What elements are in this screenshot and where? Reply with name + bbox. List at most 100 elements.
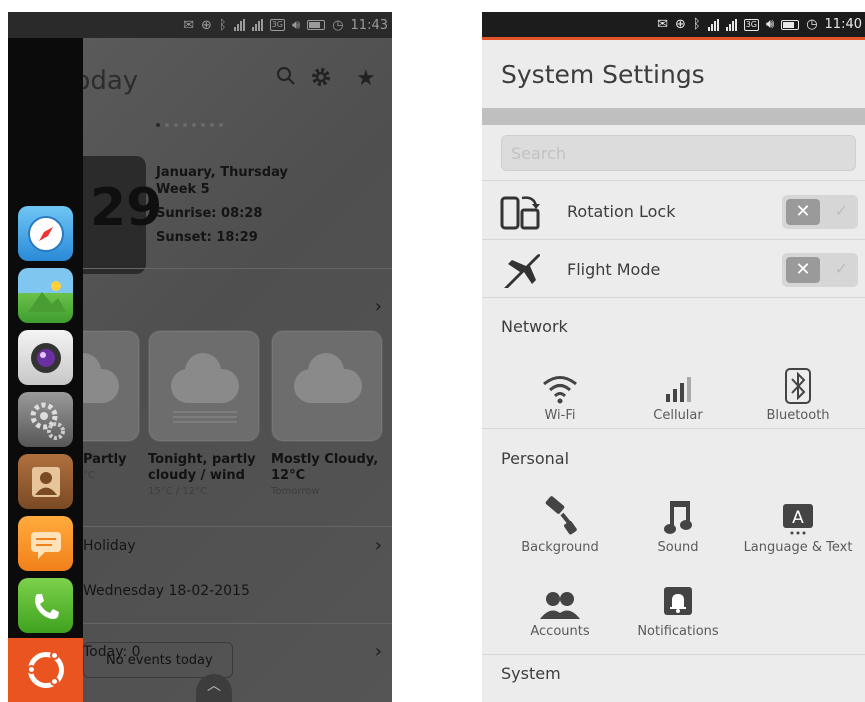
volume-icon: 🔊︎ (291, 17, 301, 33)
bluetooth-icon (736, 362, 860, 404)
no-events-box: No events today (83, 642, 233, 678)
status-bar[interactable]: ✉ ⊕ ᛒ 3G 🔊︎ ◷ 11:43 (8, 12, 392, 38)
wifi-icon (498, 362, 622, 404)
battery-icon (307, 20, 326, 30)
signal-icon (707, 18, 719, 31)
bluetooth-icon: ᛒ (692, 17, 701, 32)
camera-app-icon[interactable] (18, 330, 73, 385)
week-line: Week 5 (156, 182, 210, 197)
divider (482, 428, 865, 429)
favorite-star-icon[interactable]: ★ (356, 66, 376, 91)
search-icon[interactable] (276, 66, 296, 92)
chevron-right-icon[interactable]: › (375, 296, 382, 317)
network-3g-icon: 3G (743, 18, 759, 31)
date-line: January, Thursday (156, 165, 288, 180)
wifi-label: Wi-Fi (544, 408, 576, 423)
phone-handset-icon (18, 578, 73, 633)
flight-mode-switch[interactable]: ✕ ✓ (782, 253, 858, 287)
divider (83, 526, 392, 527)
notifications-tile[interactable]: Notifications (616, 578, 740, 639)
launcher (8, 38, 83, 702)
page-title: System Settings (501, 60, 705, 89)
divider (482, 654, 865, 655)
divider (83, 268, 392, 269)
rotation-lock-icon (500, 190, 544, 234)
notification-bell-icon (616, 578, 740, 620)
chevron-up-icon[interactable]: ︿ (196, 674, 232, 702)
music-note-icon (616, 494, 740, 536)
forecast-title: cloudy / wind (148, 468, 245, 483)
browser-app-icon[interactable] (18, 206, 73, 261)
cellular-label: Cellular (653, 408, 703, 423)
flight-mode-label: Flight Mode (567, 260, 661, 279)
language-text-tile[interactable]: A Language & Text (736, 494, 860, 555)
compass-icon (18, 206, 73, 261)
svg-text:A: A (792, 508, 804, 528)
sunset-time: Sunset: 18:29 (156, 230, 258, 245)
language-text-label: Language & Text (743, 540, 853, 555)
signal-icon (725, 18, 737, 31)
settings-gear-icon[interactable] (310, 66, 332, 94)
accounts-tile[interactable]: Accounts (498, 578, 622, 639)
ubuntu-home-button[interactable] (8, 638, 83, 702)
cellular-tile[interactable]: Cellular (616, 362, 740, 423)
cloud-icon (294, 353, 362, 403)
bluetooth-icon: ᛒ (218, 17, 227, 33)
chevron-right-icon[interactable]: › (375, 535, 382, 556)
wind-icon (173, 411, 237, 425)
forecast-title: 12°C (271, 468, 306, 483)
paint-roller-icon (498, 494, 622, 536)
message-bubble-icon (18, 516, 73, 571)
weather-forecast: Partly °C (83, 452, 127, 484)
background-label: Background (521, 540, 599, 555)
status-bar[interactable]: ✉ ⊕ ᛒ 3G 🔊︎ ◷ 11:40 (482, 12, 865, 40)
location-icon: ⊕ (200, 17, 212, 33)
accounts-label: Accounts (530, 624, 590, 639)
notifications-label: Notifications (637, 624, 719, 639)
airplane-icon (500, 248, 544, 292)
settings-app-icon[interactable] (18, 392, 73, 447)
picture-icon (18, 268, 73, 323)
weather-forecast: Tonight, partly cloudy / wind 15°C / 12°… (148, 452, 256, 500)
search-input[interactable] (502, 136, 855, 170)
rotation-lock-label: Rotation Lock (567, 202, 676, 221)
wifi-tile[interactable]: Wi-Fi (498, 362, 622, 423)
clock-icon: ◷ (806, 17, 818, 32)
switch-off-icon: ✕ (786, 199, 820, 225)
message-icon: ✉ (657, 17, 668, 32)
weather-card[interactable] (271, 330, 383, 442)
rotation-lock-row[interactable]: Rotation Lock ✕ ✓ (482, 182, 865, 240)
page-indicator (156, 123, 223, 127)
message-icon: ✉ (183, 17, 194, 33)
sound-tile[interactable]: Sound (616, 494, 740, 555)
gallery-app-icon[interactable] (18, 268, 73, 323)
today-scope-screen: ✉ ⊕ ᛒ 3G 🔊︎ ◷ 11:43 Today ★ 29 January, … (8, 12, 392, 702)
search-field[interactable] (501, 135, 856, 171)
phone-app-icon[interactable] (18, 578, 73, 633)
switch-on-icon: ✓ (834, 201, 848, 220)
signal-icon (251, 19, 263, 31)
flight-mode-row[interactable]: Flight Mode ✕ ✓ (482, 240, 865, 298)
divider (482, 297, 865, 298)
forecast-title: Mostly Cloudy, (271, 452, 379, 467)
switch-off-icon: ✕ (786, 257, 820, 283)
accounts-people-icon (498, 578, 622, 620)
weather-card[interactable] (148, 330, 260, 442)
signal-icon (233, 19, 245, 31)
messaging-app-icon[interactable] (18, 516, 73, 571)
chevron-right-icon[interactable]: › (375, 641, 382, 662)
no-events-text: No events today (106, 653, 213, 668)
forecast-sub: Tomorrow (271, 486, 320, 497)
status-time: 11:40 (824, 17, 862, 32)
background-tile[interactable]: Background (498, 494, 622, 555)
system-settings-screen: ✉ ⊕ ᛒ 3G 🔊︎ ◷ 11:40 System Settings Rota… (482, 12, 865, 702)
cellular-icon (616, 362, 740, 404)
divider (482, 180, 865, 181)
holiday-date: Wednesday 18-02-2015 (83, 583, 250, 599)
switch-on-icon: ✓ (834, 259, 848, 278)
bluetooth-tile[interactable]: Bluetooth (736, 362, 860, 423)
contacts-app-icon[interactable] (18, 454, 73, 509)
camera-lens-icon (18, 330, 73, 385)
header-divider-bar (482, 108, 865, 125)
rotation-lock-switch[interactable]: ✕ ✓ (782, 195, 858, 229)
